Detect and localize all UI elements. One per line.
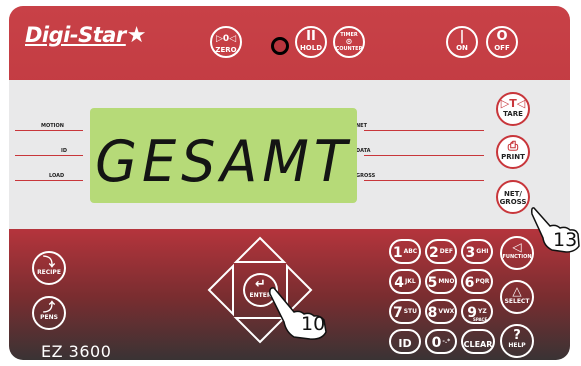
callout-number-net-gross: 13	[553, 229, 578, 251]
recipe-icon: ⤵	[42, 255, 55, 269]
key-9[interactable]: 9YZ SPACE	[461, 299, 493, 324]
printer-icon: ⎙	[507, 139, 519, 154]
key-1[interactable]: 1ABC	[389, 239, 421, 264]
display-readout: GESAMT	[95, 128, 352, 195]
off-button[interactable]: O OFF	[486, 26, 518, 58]
key-4[interactable]: 4JKL	[389, 269, 421, 294]
key-0[interactable]: 0-.*	[425, 329, 457, 354]
key-clear[interactable]: CLEAR	[461, 329, 495, 354]
key-id[interactable]: ID	[389, 329, 421, 354]
brand-logo: Digi-Star★	[25, 23, 147, 48]
pens-button[interactable]: ⤴ PENS	[32, 296, 66, 330]
net-gross-button[interactable]: NET/ GROSS	[496, 180, 530, 214]
recipe-button[interactable]: ⤵ RECIPE	[32, 251, 66, 285]
key-5[interactable]: 5MNO	[425, 269, 457, 294]
motion-indicator-label: MOTION	[41, 123, 64, 129]
left-arrow-button[interactable]	[207, 263, 234, 317]
callout-number-enter: 10	[301, 313, 326, 335]
model-name: EZ 3600	[41, 342, 112, 360]
data-indicator-label: DATA	[356, 148, 371, 154]
id-indicator-label: ID	[61, 148, 68, 154]
key-8[interactable]: 8VWX	[425, 299, 457, 324]
lcd-display: GESAMT	[90, 108, 357, 203]
key-7[interactable]: 7STU	[389, 299, 421, 324]
zero-button[interactable]: ▷0◁ ZERO	[210, 26, 242, 58]
hold-button[interactable]: II HOLD	[295, 26, 327, 58]
key-3[interactable]: 3GHI	[461, 239, 493, 264]
load-indicator-label: LOAD	[49, 173, 65, 179]
clock-icon: ⊙	[345, 37, 353, 46]
select-button[interactable]: △ SELECT	[500, 280, 534, 314]
print-button[interactable]: ⎙ PRINT	[496, 135, 530, 169]
on-button[interactable]: | ON	[446, 26, 478, 58]
help-button[interactable]: ? HELP	[500, 324, 534, 358]
key-2[interactable]: 2DEF	[425, 239, 457, 264]
pens-icon: ⤴	[42, 300, 55, 314]
up-arrow-button[interactable]	[233, 236, 287, 263]
timer-counter-button[interactable]: TIMER ⊙ COUNTER	[333, 26, 365, 58]
gross-indicator-label: GROSS	[356, 173, 376, 179]
status-led	[271, 37, 289, 55]
tare-button[interactable]: ▷T◁ TARE	[496, 92, 530, 126]
key-6[interactable]: 6PQR	[461, 269, 493, 294]
net-indicator-label: NET	[356, 123, 368, 129]
function-button[interactable]: ◁ FUNCTION	[500, 236, 534, 270]
star-icon: ★	[126, 23, 147, 48]
